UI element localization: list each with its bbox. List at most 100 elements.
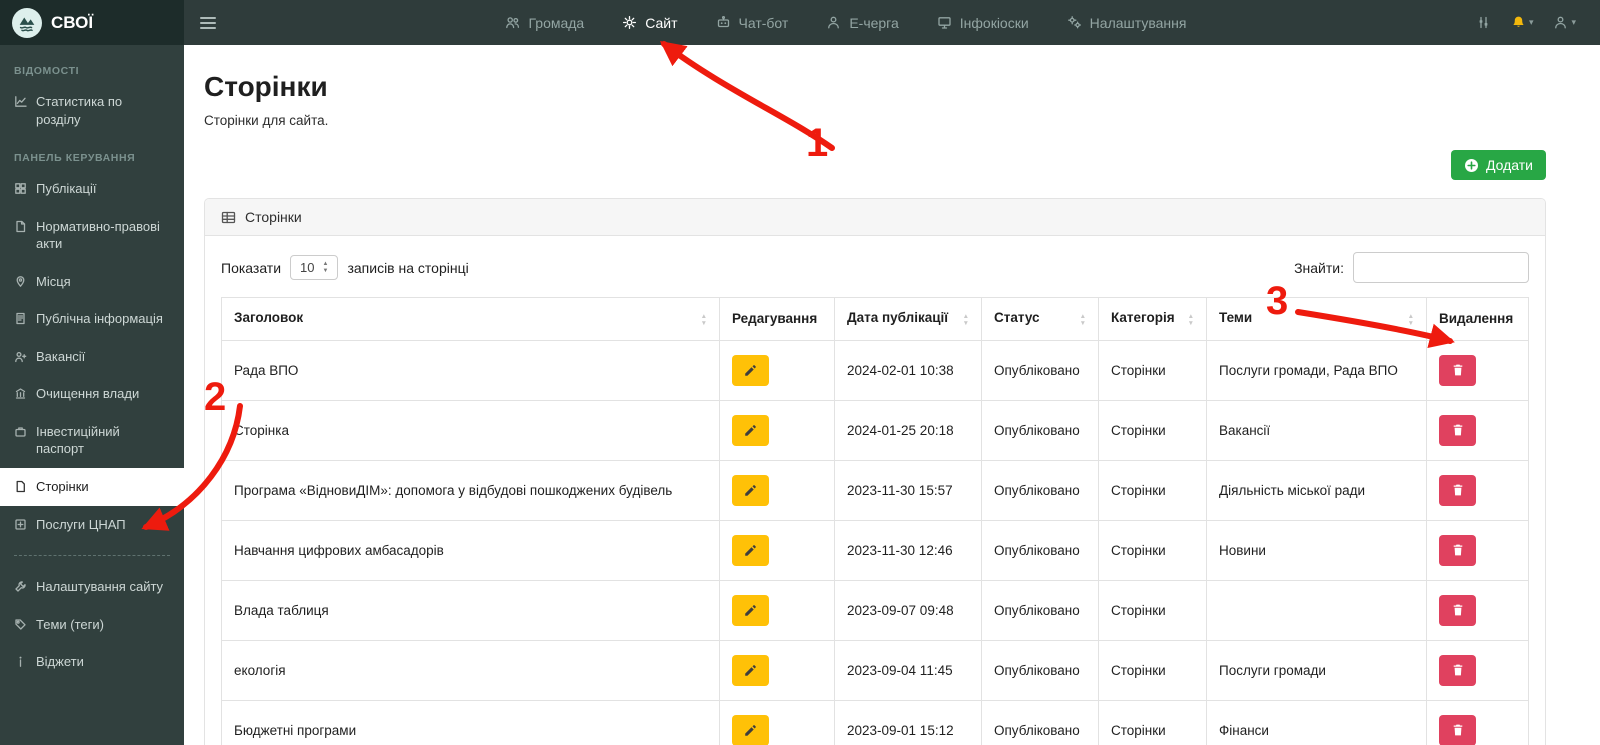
trash-icon: [1451, 483, 1465, 497]
chatbot-icon: [716, 15, 731, 30]
sidebar-item-label: Вакансії: [36, 348, 85, 366]
pencil-icon: [743, 603, 758, 618]
delete-button[interactable]: [1439, 415, 1476, 446]
sidebar-section-panel: ПАНЕЛЬ КЕРУВАННЯ: [0, 138, 184, 170]
delete-button[interactable]: [1439, 595, 1476, 626]
category-cell: Сторінки: [1099, 640, 1207, 700]
sort-icon[interactable]: ▲▼: [963, 313, 969, 328]
show-label: Показати: [221, 260, 281, 276]
publish-date-cell: 2023-09-01 15:12: [835, 700, 982, 745]
equeue-icon: [826, 15, 841, 30]
sort-icon[interactable]: ▲▼: [1188, 313, 1194, 328]
sidebar-item-publichna-informatsiia[interactable]: Публічна інформація: [0, 300, 184, 338]
topics-cell: Послуги громади: [1207, 640, 1427, 700]
delete-button[interactable]: [1439, 655, 1476, 686]
site-gear-icon: [622, 15, 637, 30]
delete-button[interactable]: [1439, 475, 1476, 506]
status-cell: Опубліковано: [982, 340, 1099, 400]
sidebar-item-investytsiinyi-pasport[interactable]: Інвестиційний паспорт: [0, 413, 184, 468]
sidebar-item-vidzhety[interactable]: Віджети: [0, 643, 184, 681]
pencil-icon: [743, 723, 758, 738]
category-cell: Сторінки: [1099, 520, 1207, 580]
table-row: Навчання цифрових амбасадорів 2023-11-30…: [222, 520, 1529, 580]
sidebar-item-temy-tehy[interactable]: Теми (теги): [0, 606, 184, 644]
delete-button[interactable]: [1439, 535, 1476, 566]
page-size-select[interactable]: 10 ▲▼: [290, 255, 338, 280]
sidebar-item-label: Публікації: [36, 180, 96, 198]
card-title: Сторінки: [245, 209, 302, 225]
sidebar-item-posluhy-tsnap[interactable]: Послуги ЦНАП: [0, 506, 184, 544]
sidebar-item-ochyshchennia-vlady[interactable]: Очищення влади: [0, 375, 184, 413]
notifications-bell-icon[interactable]: ▾: [1511, 15, 1534, 30]
sidebar-item-label: Налаштування сайту: [36, 578, 163, 596]
sidebar-item-nalashtuvannia-saitu[interactable]: Налаштування сайту: [0, 568, 184, 606]
topnav-item-sait[interactable]: Сайт: [622, 15, 677, 31]
topics-cell: Діяльність міської ради: [1207, 460, 1427, 520]
delete-button[interactable]: [1439, 355, 1476, 386]
topnav-item-e-cherha[interactable]: Е-черга: [826, 15, 898, 31]
sliders-icon[interactable]: [1476, 15, 1491, 30]
pencil-icon: [743, 543, 758, 558]
topbar-right: ▾ ▾: [1476, 15, 1600, 30]
sidebar-item-storinky[interactable]: Сторінки: [0, 468, 184, 506]
sidebar-item-label: Послуги ЦНАП: [36, 516, 126, 534]
search-label: Знайти:: [1294, 260, 1344, 276]
header-delete: Видалення: [1427, 298, 1529, 341]
edit-button[interactable]: [732, 535, 769, 566]
trash-icon: [1451, 363, 1465, 377]
topnav-item-hromada[interactable]: Громада: [505, 15, 584, 31]
publish-date-cell: 2024-02-01 10:38: [835, 340, 982, 400]
chart-line-icon: [14, 95, 27, 108]
topnav-item-infokiosky[interactable]: Інфокіоски: [937, 15, 1029, 31]
trash-icon: [1451, 543, 1465, 557]
edit-button[interactable]: [732, 415, 769, 446]
edit-button[interactable]: [732, 715, 769, 745]
brand-name: СВОЇ: [51, 13, 93, 33]
pencil-icon: [743, 663, 758, 678]
title-cell: Сторінка: [222, 400, 720, 460]
sidebar-item-label: Інвестиційний паспорт: [36, 423, 170, 458]
page-size-value: 10: [300, 260, 314, 275]
topnav-item-nalashtuvannia[interactable]: Налаштування: [1067, 15, 1187, 31]
chevron-down-icon: ▾: [1571, 18, 1576, 27]
topics-cell: [1207, 580, 1427, 640]
edit-button[interactable]: [732, 655, 769, 686]
sidebar-item-mistsia[interactable]: Місця: [0, 263, 184, 301]
topnav-item-chat-bot[interactable]: Чат-бот: [716, 15, 789, 31]
sidebar-item-publikatsii[interactable]: Публікації: [0, 170, 184, 208]
brand[interactable]: СВОЇ: [0, 0, 184, 45]
table-row: екологія 2023-09-04 11:45 Опубліковано С…: [222, 640, 1529, 700]
sort-icon[interactable]: ▲▼: [1408, 313, 1414, 328]
sidebar-divider: [14, 555, 170, 556]
sidebar-item-statystyka[interactable]: Статистика по розділу: [0, 83, 184, 138]
title-cell: Програма «ВідновиДІМ»: допомога у відбуд…: [222, 460, 720, 520]
sidebar-item-label: Статистика по розділу: [36, 93, 170, 128]
edit-button[interactable]: [732, 475, 769, 506]
trash-icon: [1451, 603, 1465, 617]
main-content: Сторінки Сторінки для сайта. Додати Стор…: [184, 45, 1600, 745]
category-cell: Сторінки: [1099, 580, 1207, 640]
title-cell: Рада ВПО: [222, 340, 720, 400]
chevron-down-icon: ▾: [1529, 18, 1534, 27]
edit-button[interactable]: [732, 355, 769, 386]
services-icon: [14, 518, 27, 531]
add-button[interactable]: Додати: [1451, 150, 1546, 180]
table-row: Сторінка 2024-01-25 20:18 Опубліковано С…: [222, 400, 1529, 460]
header-date: Дата публікації▲▼: [835, 298, 982, 341]
title-cell: екологія: [222, 640, 720, 700]
edit-button[interactable]: [732, 595, 769, 626]
sidebar-section-vidomosti: ВІДОМОСТІ: [0, 51, 184, 83]
menu-toggle-icon[interactable]: [200, 17, 216, 29]
header-title: Заголовок▲▼: [222, 298, 720, 341]
sort-icon[interactable]: ▲▼: [1080, 313, 1086, 328]
sidebar: ВІДОМОСТІ Статистика по розділу ПАНЕЛЬ К…: [0, 45, 184, 745]
trash-icon: [1451, 723, 1465, 737]
community-icon: [505, 15, 520, 30]
sidebar-item-normatyvni-akty[interactable]: Нормативно-правові акти: [0, 208, 184, 263]
sidebar-item-vakansii[interactable]: Вакансії: [0, 338, 184, 376]
wrench-icon: [14, 580, 27, 593]
user-menu-icon[interactable]: ▾: [1553, 15, 1576, 30]
delete-button[interactable]: [1439, 715, 1476, 745]
sort-icon[interactable]: ▲▼: [701, 313, 707, 328]
search-input[interactable]: [1353, 252, 1529, 283]
